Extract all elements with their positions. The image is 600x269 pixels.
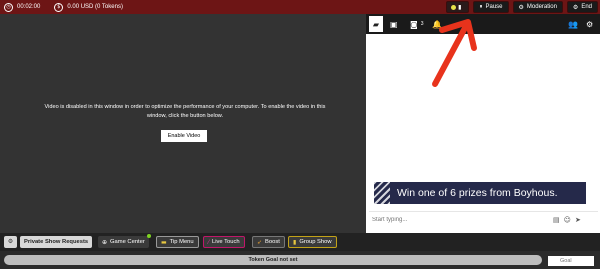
chat-tabs: ▰ ▣ ◙ 3 🔔 👥 ⚙ bbox=[366, 14, 600, 34]
timer: ◷ 00:02:00 bbox=[0, 0, 40, 14]
add-user-button[interactable]: 👥 bbox=[568, 18, 578, 30]
end-button[interactable]: ⚙ End bbox=[566, 1, 598, 13]
chat-input-row: ▤ ☺ ➤ bbox=[369, 211, 598, 227]
moderation-button[interactable]: ⚙ Moderation bbox=[512, 1, 563, 13]
wand-icon: ⁄ bbox=[208, 238, 210, 246]
end-label: End bbox=[581, 4, 592, 10]
clock-icon: ◷ bbox=[4, 2, 13, 12]
enable-video-button[interactable]: Enable Video bbox=[161, 130, 207, 142]
toolbar-settings-button[interactable]: ⚙ bbox=[4, 236, 17, 248]
chat-input[interactable] bbox=[369, 216, 549, 223]
live-touch-button[interactable]: ⁄ Live Touch bbox=[203, 236, 245, 248]
boost-label: Boost bbox=[265, 239, 280, 245]
coin-icon: $ bbox=[54, 2, 64, 12]
tip-menu-button[interactable]: ▬ Tip Menu bbox=[156, 236, 199, 248]
live-touch-label: Live Touch bbox=[212, 239, 240, 245]
red-arrow-annotation bbox=[432, 19, 477, 87]
banner-decoration bbox=[374, 182, 390, 204]
private-chat-icon: ▣ bbox=[390, 19, 398, 29]
timer-text: 00:02:00 bbox=[17, 4, 41, 10]
chat-settings-button[interactable]: ⚙ bbox=[586, 18, 593, 30]
camera-icon: ▮ bbox=[458, 3, 462, 11]
pause-icon: ⏸ bbox=[479, 3, 483, 10]
group-icon: ▮ bbox=[293, 238, 297, 246]
token-goal-progress: Token Goal not set bbox=[4, 255, 542, 265]
game-center-label: Game Center bbox=[110, 239, 145, 245]
private-show-requests-button[interactable]: Private Show Requests bbox=[20, 236, 93, 248]
balance: $ 0.00 USD (0 Tokens) bbox=[50, 0, 123, 14]
camera-toggle-button[interactable]: ▮ bbox=[446, 1, 470, 13]
tab-private-chat[interactable]: ▣ bbox=[390, 18, 398, 30]
tip-icon[interactable]: ▤ bbox=[553, 216, 560, 224]
top-bar: ◷ 00:02:00 $ 0.00 USD (0 Tokens) ▮ ⏸ Pau… bbox=[0, 0, 600, 14]
game-center-button[interactable]: ⊕ Game Center bbox=[98, 234, 151, 248]
chat-bubble-icon: ▰ bbox=[372, 19, 380, 29]
tip-menu-label: Tip Menu bbox=[169, 239, 194, 245]
moderation-label: Moderation bbox=[526, 4, 557, 10]
group-show-button[interactable]: ▮ Group Show bbox=[288, 236, 337, 248]
video-disabled-message: Video is disabled in this window in orde… bbox=[44, 104, 326, 119]
balance-text: 0.00 USD (0 Tokens) bbox=[67, 4, 123, 10]
emoji-icon[interactable]: ☺ bbox=[564, 216, 571, 224]
gamepad-icon: ⊕ bbox=[102, 238, 108, 246]
send-icon[interactable]: ➤ bbox=[575, 216, 581, 224]
goal-input[interactable] bbox=[548, 256, 594, 266]
add-user-icon: 👥 bbox=[568, 19, 578, 29]
arrow-shaft bbox=[432, 23, 469, 87]
status-dot-icon bbox=[451, 4, 457, 10]
bottom-toolbar: ⚙ Private Show Requests ⊕ Game Center ▬ … bbox=[0, 233, 600, 251]
gear-icon: ⚙ bbox=[518, 3, 524, 11]
gear-icon: ⚙ bbox=[586, 19, 594, 29]
rocket-icon: ➶ bbox=[257, 238, 263, 246]
pause-label: Pause bbox=[485, 4, 503, 10]
tab-chat[interactable]: ▰ bbox=[369, 16, 383, 32]
banner-text: Win one of 6 prizes from Boyhous. bbox=[397, 187, 558, 199]
pause-button[interactable]: ⏸ Pause bbox=[473, 1, 509, 13]
users-icon: ◙ bbox=[410, 19, 418, 29]
notification-dot bbox=[146, 234, 151, 238]
video-area bbox=[0, 14, 366, 233]
settings-icon: ⚙ bbox=[572, 3, 579, 11]
gear-icon: ⚙ bbox=[7, 239, 14, 245]
boost-button[interactable]: ➶ Boost bbox=[252, 236, 285, 248]
menu-icon: ▬ bbox=[161, 238, 167, 246]
group-show-label: Group Show bbox=[299, 239, 332, 245]
promo-banner[interactable]: Win one of 6 prizes from Boyhous. bbox=[374, 182, 586, 204]
